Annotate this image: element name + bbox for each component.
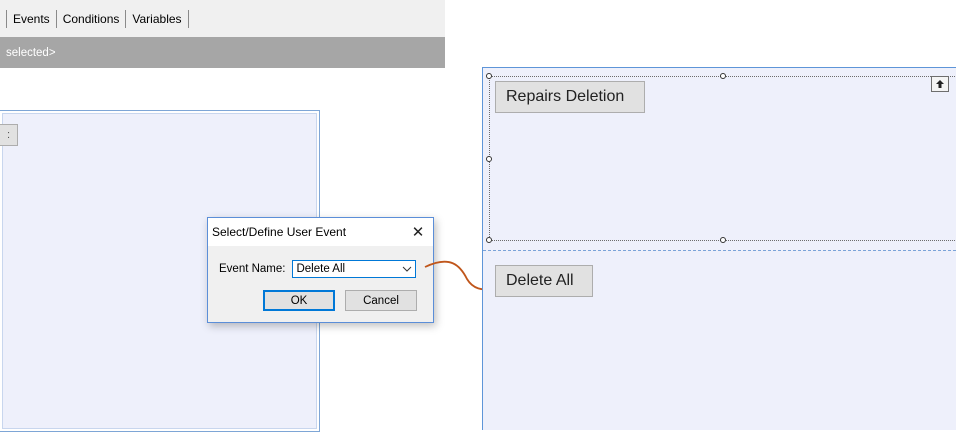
selection-status-bar: selected> bbox=[0, 37, 445, 68]
resize-handle[interactable] bbox=[720, 237, 726, 243]
band-divider bbox=[483, 250, 956, 251]
event-name-row: Event Name: Delete All bbox=[219, 260, 417, 278]
left-canvas-button[interactable]: : bbox=[0, 124, 18, 146]
left-canvas-button-label: : bbox=[6, 129, 11, 141]
resize-handle[interactable] bbox=[486, 156, 492, 162]
tab-variables[interactable]: Variables bbox=[132, 12, 181, 26]
tab-separator bbox=[6, 9, 7, 28]
move-up-button[interactable] bbox=[931, 76, 949, 92]
selection-status-text: selected> bbox=[6, 46, 56, 59]
dialog-title: Select/Define User Event bbox=[212, 225, 347, 239]
repairs-deletion-label: Repairs Deletion bbox=[506, 88, 625, 105]
tab-separator bbox=[125, 9, 127, 28]
event-name-combobox[interactable]: Delete All bbox=[292, 260, 417, 278]
select-user-event-dialog: Select/Define User Event ✕ Event Name: D… bbox=[207, 217, 434, 323]
event-name-label: Event Name: bbox=[219, 263, 286, 275]
ok-button[interactable]: OK bbox=[263, 290, 335, 311]
event-name-value: Delete All bbox=[296, 263, 346, 275]
repairs-deletion-button[interactable]: Repairs Deletion bbox=[495, 81, 645, 113]
tab-events[interactable]: Events bbox=[13, 12, 50, 26]
resize-handle[interactable] bbox=[486, 73, 492, 79]
resize-handle[interactable] bbox=[720, 73, 726, 79]
tab-separator bbox=[55, 9, 57, 28]
close-icon[interactable]: ✕ bbox=[403, 218, 433, 246]
tab-conditions[interactable]: Conditions bbox=[63, 12, 120, 26]
dialog-titlebar[interactable]: Select/Define User Event ✕ bbox=[208, 218, 433, 246]
delete-all-button[interactable]: Delete All bbox=[495, 265, 593, 297]
resize-handle[interactable] bbox=[486, 237, 492, 243]
delete-all-label: Delete All bbox=[506, 272, 574, 289]
tab-separator bbox=[187, 9, 189, 28]
tab-bar: Events Conditions Variables bbox=[0, 0, 445, 37]
arrow-up-icon bbox=[936, 80, 944, 88]
